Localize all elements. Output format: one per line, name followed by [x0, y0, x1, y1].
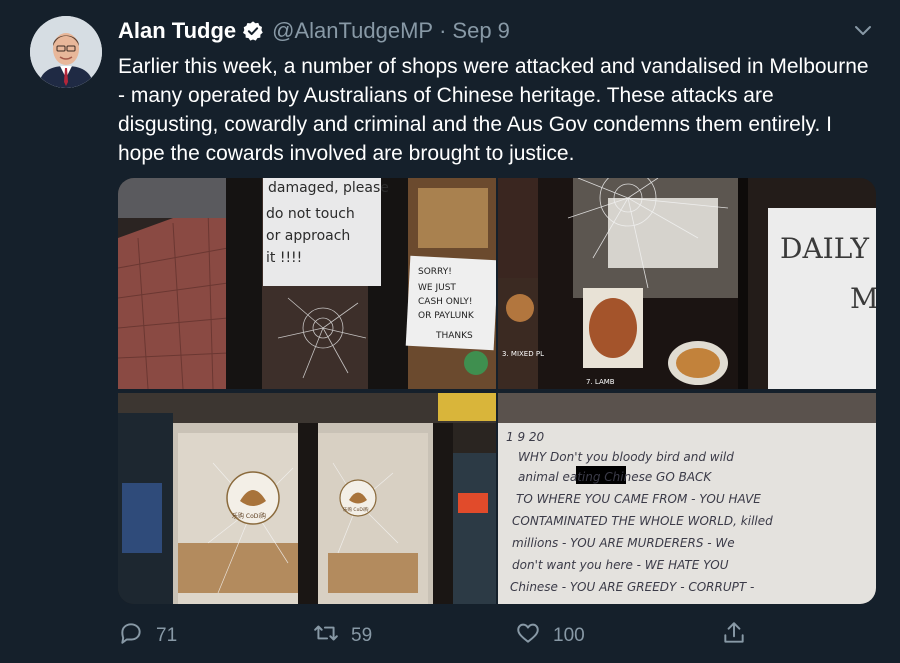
avatar-image	[30, 16, 102, 88]
author-handle[interactable]: @AlanTudgeMP	[272, 17, 433, 45]
like-count: 100	[553, 625, 585, 646]
note-line-2: WHY Don't you bloody bird and wild	[518, 450, 734, 464]
daily-sign-line-1: DAILY	[780, 232, 870, 265]
sign-1-line-3: or approach	[266, 228, 350, 244]
note-line-6: millions - YOU ARE MURDERERS - We	[512, 536, 735, 550]
menu-label-2: 7. LAMB	[586, 378, 615, 386]
like-button[interactable]: 100	[515, 620, 585, 652]
photo-storefront[interactable]: 乐购 CoDi购 乐购 CoDi购	[118, 393, 496, 604]
note-line-5: CONTAMINATED THE WHOLE WORLD, killed	[512, 514, 773, 528]
daily-sign-line-2: M	[850, 282, 876, 315]
reply-button[interactable]: 71	[118, 620, 177, 652]
sign-2-line-3: CASH ONLY!	[418, 297, 473, 307]
note-line-4: TO WHERE YOU CAME FROM - YOU HAVE	[516, 492, 761, 506]
share-button[interactable]	[721, 620, 747, 652]
photo-handwritten-note[interactable]: 1 9 20 WHY Don't you bloody bird and wil…	[498, 393, 876, 604]
note-line-8: Chinese - YOU ARE GREEDY - CORRUPT -	[510, 580, 754, 594]
retweet-button[interactable]: 59	[313, 620, 372, 652]
media-grid: damaged, please do not touch or approach…	[118, 178, 876, 604]
storefront-logo-text-left: 乐购 CoDi购	[232, 512, 266, 520]
author-name[interactable]: Alan Tudge	[118, 17, 236, 45]
sign-2-line-4: OR PAYLUNK	[418, 311, 475, 321]
note-line-1: 1 9 20	[506, 430, 545, 444]
separator-dot: ·	[439, 18, 447, 43]
share-icon	[721, 620, 747, 652]
logo-left: 乐购 CoDi购	[226, 471, 280, 525]
reply-icon	[118, 620, 144, 652]
heart-icon	[515, 620, 541, 652]
sign-2-line-5: THANKS	[435, 331, 473, 341]
tweet-text: Earlier this week, a number of shops wer…	[118, 55, 869, 165]
verified-badge-icon	[242, 20, 264, 42]
storefront-logo-text-right: 乐购 CoDi购	[343, 506, 369, 513]
sign-1-line-2: do not touch	[266, 206, 355, 222]
logo-right: 乐购 CoDi购	[339, 479, 377, 517]
avatar[interactable]	[30, 16, 102, 88]
sign-2-line-1: SORRY!	[418, 267, 452, 277]
menu-label-1: 3. MIXED PL	[502, 350, 544, 358]
retweet-icon	[313, 620, 339, 652]
retweet-count: 59	[351, 625, 373, 646]
sign-2-line-2: WE JUST	[418, 283, 456, 293]
tweet-date[interactable]: Sep 9	[452, 17, 510, 45]
chevron-down-icon[interactable]	[852, 20, 874, 42]
photo-smashed-window-signs[interactable]: damaged, please do not touch or approach…	[118, 178, 496, 389]
note-line-7: don't want you here - WE HATE YOU	[512, 558, 729, 572]
sign-1-line-1: damaged, please	[268, 180, 389, 196]
tweet-header: Alan Tudge @AlanTudgeMP · Sep 9	[118, 17, 510, 45]
sign-1-line-4: it !!!!	[266, 250, 302, 266]
tweet-actions: 71 59 100	[118, 620, 878, 650]
photo-smashed-window-menu[interactable]: DAILY M 3. MIXED PL 7. LAMB	[498, 178, 876, 389]
note-line-3: animal eating Chinese GO BACK	[518, 470, 712, 484]
reply-count: 71	[156, 625, 178, 646]
